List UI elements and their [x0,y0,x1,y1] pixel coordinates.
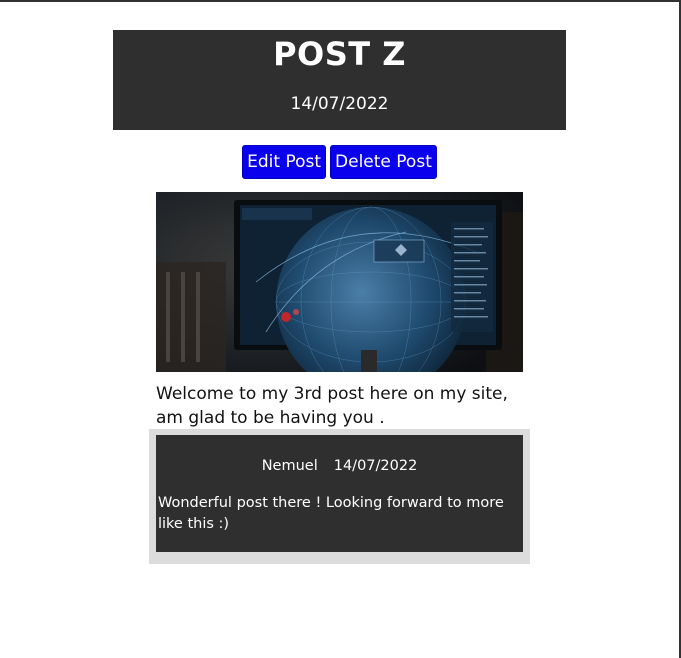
comment-meta: Nemuel 14/07/2022 [156,457,523,475]
comment-text: Wonderful post there ! Looking forward t… [158,495,504,532]
post-image-graphic [156,192,523,372]
edit-post-button[interactable]: Edit Post [242,145,327,179]
post-image [156,192,523,372]
post-header: POST Z 14/07/2022 [113,30,566,130]
post-body: Welcome to my 3rd post here on my site, … [156,384,508,428]
comment-date: 14/07/2022 [333,458,418,474]
delete-post-button[interactable]: Delete Post [330,145,437,179]
comments-section: Nemuel 14/07/2022 Wonderful post there ! … [149,429,530,564]
post-actions: Edit Post Delete Post [0,145,679,179]
post-page: POST Z 14/07/2022 Edit Post Delete Post [0,2,679,658]
comment-card: Nemuel 14/07/2022 Wonderful post there ! … [156,435,523,552]
comment-author: Nemuel [261,458,318,474]
post-date: 14/07/2022 [290,94,389,114]
post-title: POST Z [273,35,406,73]
